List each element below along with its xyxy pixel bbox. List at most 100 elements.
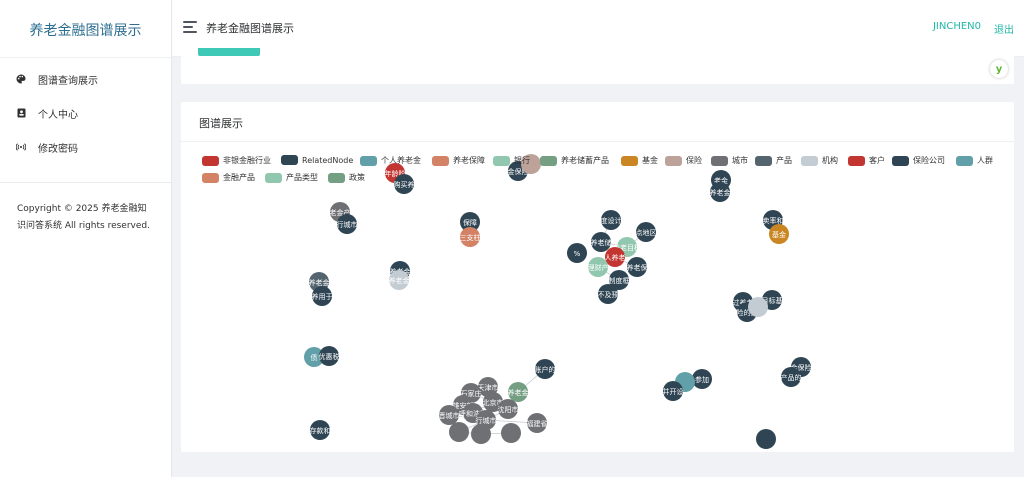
logout-link[interactable]: 退出 <box>994 21 1014 36</box>
legend-item[interactable]: 客户 <box>848 155 885 166</box>
v-badge-icon[interactable]: y <box>990 60 1008 78</box>
legend-swatch <box>328 172 345 183</box>
legend-item[interactable]: 养老保障 <box>432 155 485 166</box>
legend-item[interactable]: 政策 <box>328 172 365 183</box>
graph-node-label: 度设计 <box>601 216 622 225</box>
graph-node-label: 养用于 <box>312 292 333 301</box>
graph-node[interactable] <box>756 429 776 449</box>
legend-item[interactable]: 非银金融行业 <box>202 155 271 166</box>
search-button[interactable] <box>198 48 260 56</box>
graph-node[interactable]: 福建省 <box>527 413 548 433</box>
legend-label: 金融产品 <box>223 173 255 182</box>
graph-node-label: 参加 <box>695 375 709 384</box>
legend-label: 非银金融行业 <box>223 156 271 165</box>
legend-item[interactable]: 银行 <box>493 155 530 166</box>
sidebar-item-label: 修改密码 <box>38 143 78 155</box>
graph-node-label: 债 <box>311 353 318 362</box>
card-divider <box>181 141 1014 142</box>
copyright-line-1: Copyright © 2025 养老金融知 <box>17 204 147 214</box>
graph-node-circle <box>748 297 768 317</box>
graph-node[interactable]: 基金 <box>769 224 789 244</box>
graph-node[interactable]: 三支柱 <box>460 227 481 247</box>
graph-node-label: 人养老 <box>605 253 626 262</box>
graph-node[interactable]: 养老金 <box>508 382 529 402</box>
legend-swatch <box>202 155 219 166</box>
legend-label: 保险公司 <box>913 156 945 165</box>
legend-swatch <box>493 155 510 166</box>
graph-node[interactable]: 养老保 <box>627 257 648 277</box>
graph-node-label: 理财产 <box>588 263 609 272</box>
graph-card-title: 图谱展示 <box>199 117 243 130</box>
legend-swatch <box>848 155 865 166</box>
legend-swatch <box>281 155 298 165</box>
sidebar-item-label: 图谱查询展示 <box>38 75 98 87</box>
graph-node-label: 优惠税 <box>319 352 340 361</box>
legend-item[interactable]: 金融产品 <box>202 172 255 183</box>
sidebar-item-change-password[interactable]: 修改密码 <box>0 130 171 164</box>
graph-node-label: 存款和 <box>310 426 331 435</box>
legend-item[interactable]: 产品类型 <box>265 172 318 183</box>
legend-item[interactable]: 个人养老金 <box>360 155 421 166</box>
graph-node[interactable] <box>471 424 491 444</box>
graph-node-label: % <box>574 250 581 258</box>
search-card: y <box>181 48 1014 84</box>
legend-item[interactable]: RelatedNode <box>281 155 353 165</box>
hamburger-menu-icon[interactable] <box>183 21 197 33</box>
graph-node-label: 沈阳市 <box>498 405 519 414</box>
legend-swatch <box>360 155 377 166</box>
graph-node[interactable] <box>748 297 768 317</box>
graph-node-label: 购买养 <box>394 180 415 189</box>
legend-swatch <box>892 155 909 166</box>
legend-item[interactable]: 保险 <box>665 155 702 166</box>
legend-item[interactable]: 机构 <box>801 155 838 166</box>
graph-node-label: 基金 <box>772 230 786 239</box>
graph-node[interactable]: 养老储 <box>591 232 612 252</box>
sidebar-item-personal-center[interactable]: 个人中心 <box>0 96 171 130</box>
legend-label: 养老保障 <box>453 156 485 165</box>
legend-label: RelatedNode <box>302 155 354 165</box>
graph-node[interactable]: 存款和 <box>310 420 331 440</box>
legend-label: 基金 <box>642 156 658 165</box>
legend-item[interactable]: 人群 <box>956 155 993 166</box>
legend-label: 养老储蓄产品 <box>561 156 609 165</box>
legend-label: 人群 <box>977 156 993 165</box>
graph-node-label: 养老保 <box>627 263 648 272</box>
graph-node[interactable] <box>449 422 469 442</box>
legend-label: 银行 <box>514 156 530 165</box>
sidebar-item-graph-query[interactable]: 图谱查询展示 <box>0 62 171 96</box>
sidebar-brand: 养老金融图谱展示 <box>0 0 171 58</box>
legend-swatch <box>801 155 818 166</box>
graph-node-label: 不及预 <box>598 290 619 299</box>
graph-node[interactable]: 参加 <box>692 369 712 389</box>
sidebar-item-label: 个人中心 <box>38 109 78 121</box>
legend-swatch <box>540 155 557 166</box>
legend-item[interactable]: 保险公司 <box>892 155 945 166</box>
graph-node[interactable]: % <box>567 243 587 263</box>
legend-label: 客户 <box>869 156 885 165</box>
legend-label: 政策 <box>349 173 365 182</box>
legend-label: 机构 <box>822 156 838 165</box>
legend-item[interactable]: 城市 <box>711 155 748 166</box>
legend-label: 城市 <box>732 156 748 165</box>
graph-node[interactable]: 账户的 <box>535 359 556 379</box>
sidebar-menu: 图谱查询展示 个人中心 修改密码 <box>0 58 171 164</box>
legend-swatch <box>711 155 728 166</box>
graph-card: 年龄阶 购买养 金保险 老金产 行城市 保障 三支柱 度设计 点地区 养老储 养老目标% 人养老 理财产… <box>181 102 1014 452</box>
graph-node-label: 养老金 <box>710 188 731 197</box>
page-title: 养老金融图谱展示 <box>206 22 294 35</box>
username-link[interactable]: JINCHEN0 <box>933 21 981 32</box>
graph-node[interactable]: 度设计 <box>601 210 622 230</box>
graph-node-circle <box>449 422 469 442</box>
graph-node-label: 行城市 <box>476 416 497 425</box>
legend-item[interactable]: 养老储蓄产品 <box>540 155 609 166</box>
legend-label: 个人养老金 <box>381 156 421 165</box>
graph-node[interactable] <box>501 423 521 443</box>
legend-swatch <box>202 172 219 183</box>
wireless-icon <box>16 142 26 152</box>
legend-label: 保险 <box>686 156 702 165</box>
legend-item[interactable]: 产品 <box>755 155 792 166</box>
graph-node-circle <box>756 429 776 449</box>
graph-node[interactable]: 点地区 <box>636 222 657 242</box>
graph-node-label: 晋城市 <box>439 411 460 420</box>
legend-item[interactable]: 基金 <box>621 155 658 166</box>
